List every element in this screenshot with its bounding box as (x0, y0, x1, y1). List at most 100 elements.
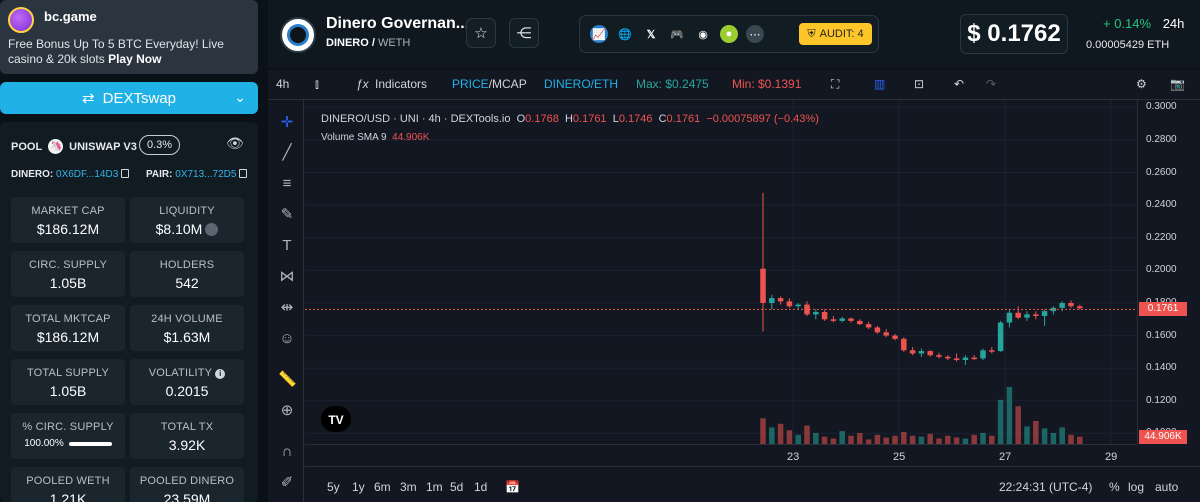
lock-icon[interactable] (205, 223, 219, 236)
bar-chart-icon[interactable]: ▥ (874, 77, 885, 91)
pool-dex-name[interactable]: UNISWAP V3 (69, 141, 137, 153)
copy-icon[interactable] (239, 169, 248, 178)
pair-address[interactable]: 0X713...72D5 (175, 169, 236, 180)
measure-icon[interactable]: ⇹ (278, 299, 296, 317)
ad-cta-link[interactable]: Play Now (108, 52, 161, 66)
magnet-icon[interactable]: ∩ (278, 443, 296, 461)
timeframe-1y[interactable]: 1y (352, 480, 365, 494)
horizontal-lines-icon[interactable]: ≡ (278, 175, 296, 193)
volume-bar (1068, 434, 1074, 444)
volume-bar (971, 434, 977, 444)
legend-close: 0.1761 (666, 113, 701, 125)
price-change-value: + 0.14% (1103, 16, 1152, 31)
settings-gear-icon[interactable]: ⚙ (1136, 77, 1147, 91)
zoom-in-icon[interactable]: ⊕ (278, 402, 296, 420)
audit-label: AUDIT: 4 (819, 28, 864, 40)
candle-body (962, 357, 969, 361)
favorite-star-button[interactable]: ☆ (466, 18, 496, 48)
stat-total-tx: TOTAL TX 3.92K (130, 413, 244, 459)
camera-icon[interactable]: 📷 (1170, 77, 1185, 91)
timeframe-1d[interactable]: 1d (474, 480, 487, 494)
log-toggle[interactable]: log (1128, 480, 1144, 494)
x-tick-label: 23 (787, 451, 800, 463)
price-chart[interactable]: 4h ⫾ ƒx Indicators PRICE/MCAP DINERO/ETH… (268, 70, 1200, 502)
emoji-icon[interactable]: ☺ (278, 330, 296, 348)
dextools-chart-icon[interactable]: 📈 (590, 25, 608, 43)
candle-body (865, 324, 872, 328)
time-axis[interactable]: 23 25 27 29 (305, 444, 1137, 466)
min-price: Min: $0.1391 (732, 77, 802, 91)
x-twitter-icon[interactable]: 𝕏 (642, 25, 660, 43)
timeframe-5d[interactable]: 5d (450, 480, 463, 494)
stat-value: 1.05B (49, 383, 87, 399)
candle-body (839, 318, 845, 321)
stat-liquidity: LIQUIDITY $8.10M (130, 197, 244, 243)
volume-bar (839, 431, 845, 444)
binoculars-icon[interactable]: 👁 (226, 135, 244, 152)
circ-percent-bar (68, 441, 112, 446)
y-tick-label: 0.3000 (1146, 101, 1177, 113)
pool-label: POOL (11, 140, 43, 153)
volume-label: Volume SMA 9 (321, 132, 387, 143)
text-tool-icon[interactable]: T (278, 237, 296, 255)
timeframe-1m[interactable]: 1m (426, 480, 443, 494)
indicators-icon[interactable]: ƒx (356, 77, 369, 91)
trendline-icon[interactable]: ╱ (278, 144, 296, 162)
undo-icon[interactable]: ↶ (954, 77, 964, 91)
price-mcap-toggle[interactable]: PRICE/MCAP (452, 77, 527, 91)
circ-percent-value: 100.00% (24, 438, 64, 449)
volume-bar (795, 434, 801, 444)
interval-button[interactable]: 4h (276, 77, 289, 91)
stat-total-supply: TOTAL SUPPLY 1.05B (11, 359, 125, 405)
stat-label: POOLED DINERO (139, 475, 235, 487)
dinero-eth-toggle[interactable]: DINERO/ETH (544, 77, 618, 91)
candle-body (786, 301, 793, 307)
more-icon[interactable]: ⋯ (746, 25, 764, 43)
chart-bottom-bar: 5y 1y 6m 3m 1m 5d 1d 📅 22:24:31 (UTC-4) … (305, 466, 1200, 502)
candle-body (989, 350, 995, 352)
brush-icon[interactable]: ✎ (278, 206, 296, 224)
candles-icon[interactable]: ⫾ (315, 77, 319, 92)
indicators-button[interactable]: Indicators (375, 77, 427, 91)
ruler-icon[interactable]: 📏 (278, 371, 297, 389)
last-price-label: 0.1761 (1139, 302, 1187, 317)
stat-value: 0.2015 (165, 383, 209, 399)
redo-icon[interactable]: ↷ (986, 77, 996, 91)
candle-body (848, 318, 854, 321)
ad-banner[interactable]: bc.game Free Bonus Up To 5 BTC Everyday!… (0, 0, 258, 74)
website-globe-icon[interactable]: 🌐 (616, 25, 634, 43)
candle-body (857, 320, 863, 325)
stat-circ-percent: % CIRC. SUPPLY 100.00% (11, 413, 125, 459)
compare-icon[interactable]: ⊡ (914, 77, 924, 91)
timeframe-5y[interactable]: 5y (327, 480, 340, 494)
volume-bar (1024, 426, 1030, 444)
copy-icon[interactable] (121, 169, 130, 178)
stat-label: VOLATILITY i (130, 367, 244, 379)
volume-bar (980, 432, 986, 444)
pencil-lock-icon[interactable]: ✐ (278, 474, 296, 492)
percent-toggle[interactable]: % (1109, 480, 1120, 494)
fullscreen-icon[interactable]: ⛶ (831, 77, 839, 92)
reddit-icon[interactable]: ◉ (694, 25, 712, 43)
auto-toggle[interactable]: auto (1155, 480, 1178, 494)
timeframe-6m[interactable]: 6m (374, 480, 391, 494)
date-range-icon[interactable]: 📅 (505, 480, 520, 494)
pattern-icon[interactable]: ⋈ (278, 268, 296, 286)
info-icon[interactable]: i (215, 369, 226, 379)
ad-text: Free Bonus Up To 5 BTC Everyday! Live ca… (8, 37, 253, 67)
token-address[interactable]: 0X6DF...14D3 (56, 169, 118, 180)
price-axis[interactable]: 0.30000.28000.26000.24000.22000.20000.18… (1137, 100, 1200, 444)
candle-body (945, 356, 951, 359)
discord-icon[interactable]: 🎮 (668, 25, 686, 43)
timeframe-3m[interactable]: 3m (400, 480, 417, 494)
volume-bar (1059, 427, 1065, 444)
liquidity-value: $8.10M (155, 221, 203, 237)
candle-body (769, 298, 775, 303)
dextswap-button[interactable]: ⇄ DEXTswap ⌄ (0, 82, 258, 114)
volume-bar (1050, 432, 1057, 444)
audit-badge[interactable]: ⛨ AUDIT: 4 (799, 23, 872, 45)
share-button[interactable]: ⋲ (509, 18, 539, 48)
crosshair-icon[interactable]: ✛ (278, 114, 296, 132)
coingecko-icon[interactable]: ● (720, 25, 738, 43)
candlestick-plot[interactable]: TV (305, 100, 1137, 444)
